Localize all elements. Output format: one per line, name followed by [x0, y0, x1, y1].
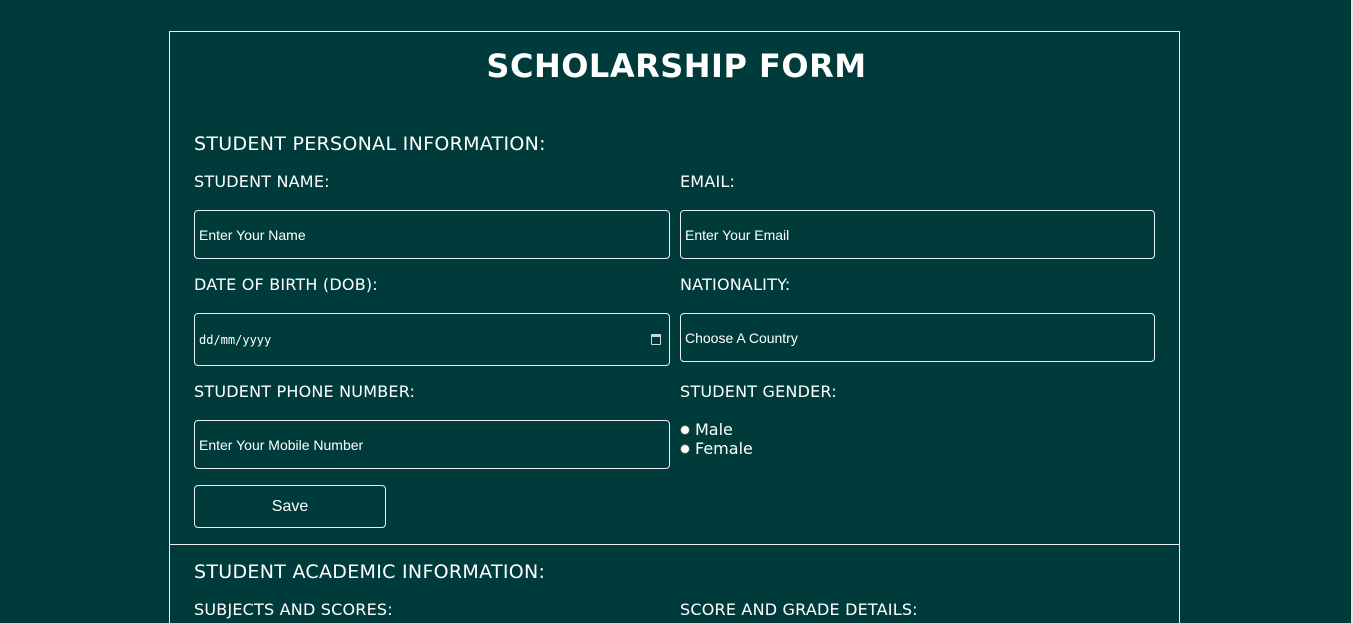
calendar-icon[interactable]: [651, 334, 661, 345]
academic-info-heading: STUDENT ACADEMIC INFORMATION:: [194, 561, 546, 583]
dob-placeholder: dd/mm/yyyy: [199, 332, 272, 347]
email-label: EMAIL:: [680, 172, 736, 191]
radio-female-label: Female: [695, 439, 753, 458]
score-grade-details-label: SCORE AND GRADE DETAILS:: [680, 600, 918, 619]
gender-option-male[interactable]: Male: [680, 420, 733, 439]
phone-placeholder: Enter Your Mobile Number: [199, 436, 364, 453]
page: SCHOLARSHIP FORM STUDENT PERSONAL INFORM…: [0, 0, 1353, 623]
phone-input[interactable]: Enter Your Mobile Number: [194, 420, 670, 469]
student-name-input[interactable]: Enter Your Name: [194, 210, 670, 259]
subjects-scores-label: SUBJECTS AND SCORES:: [194, 600, 393, 619]
save-button[interactable]: Save: [194, 485, 386, 528]
dob-label: DATE OF BIRTH (DOB):: [194, 275, 378, 294]
personal-info-heading: STUDENT PERSONAL INFORMATION:: [194, 133, 546, 155]
student-name-label: STUDENT NAME:: [194, 172, 330, 191]
nationality-label: NATIONALITY:: [680, 275, 791, 294]
nationality-selected-value: Choose A Country: [685, 329, 798, 346]
radio-male-label: Male: [695, 420, 733, 439]
nationality-select[interactable]: Choose A Country: [680, 313, 1155, 362]
phone-label: STUDENT PHONE NUMBER:: [194, 382, 416, 401]
page-title: SCHOLARSHIP FORM: [486, 47, 867, 85]
radio-female[interactable]: [680, 443, 690, 454]
dob-date-input[interactable]: dd/mm/yyyy: [194, 313, 670, 366]
email-input[interactable]: Enter Your Email: [680, 210, 1155, 259]
email-placeholder: Enter Your Email: [685, 226, 790, 243]
gender-label: STUDENT GENDER:: [680, 382, 837, 401]
radio-male[interactable]: [680, 424, 690, 435]
student-name-placeholder: Enter Your Name: [199, 226, 306, 243]
gender-option-female[interactable]: Female: [680, 439, 753, 458]
